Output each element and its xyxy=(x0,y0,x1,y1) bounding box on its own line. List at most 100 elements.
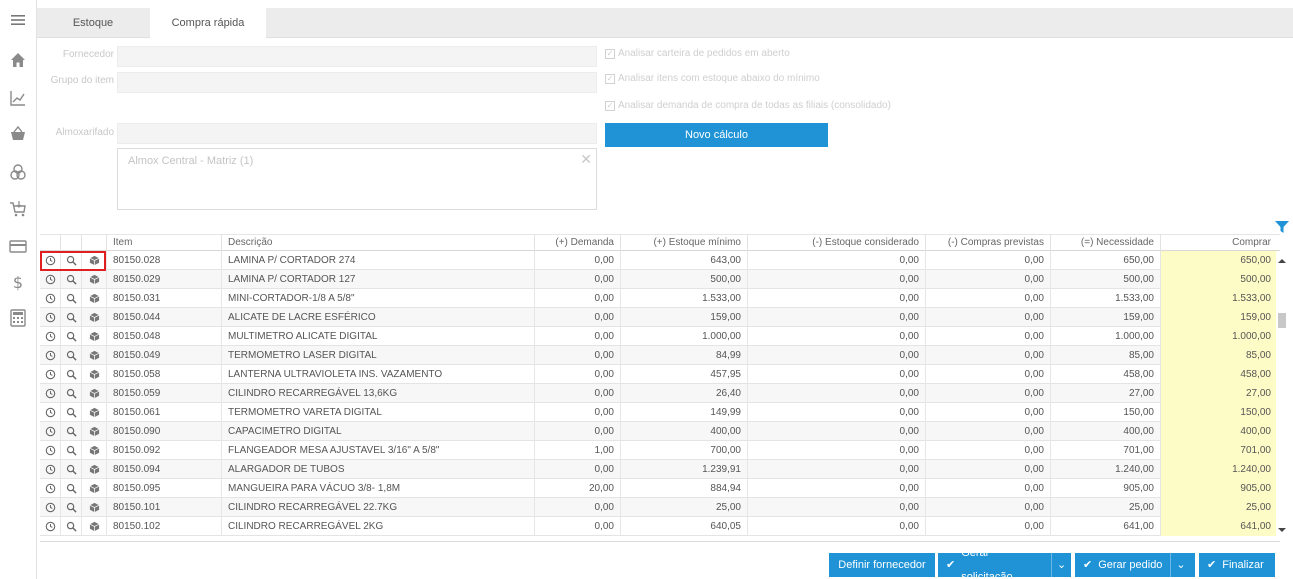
dollar-icon[interactable]: $ xyxy=(6,270,30,294)
box-icon[interactable] xyxy=(81,270,106,289)
cell-comprar[interactable]: 905,00 xyxy=(1160,479,1277,498)
history-icon[interactable] xyxy=(40,384,60,403)
table-row[interactable]: 80150.094 ALARGADOR DE TUBOS 0,00 1.239,91 0… xyxy=(40,460,1280,479)
header-estoque-considerado[interactable]: (-) Estoque considerado xyxy=(747,235,925,252)
search-icon[interactable] xyxy=(60,498,81,517)
cell-comprar[interactable]: 701,00 xyxy=(1160,441,1277,460)
remove-icon[interactable]: ✕ xyxy=(580,151,592,168)
cell-comprar[interactable]: 400,00 xyxy=(1160,422,1277,441)
checkbox-icon[interactable]: ✓ xyxy=(605,73,615,84)
filter-icon[interactable] xyxy=(1275,221,1289,233)
history-icon[interactable] xyxy=(40,289,60,308)
search-icon[interactable] xyxy=(60,365,81,384)
header-descricao[interactable]: Descrição xyxy=(221,235,534,252)
cell-comprar[interactable]: 1.240,00 xyxy=(1160,460,1277,479)
search-icon[interactable] xyxy=(60,346,81,365)
cell-comprar[interactable]: 27,00 xyxy=(1160,384,1277,403)
coins-icon[interactable] xyxy=(6,160,30,184)
history-icon[interactable] xyxy=(40,346,60,365)
card-icon[interactable] xyxy=(6,234,30,258)
cell-comprar[interactable]: 458,00 xyxy=(1160,365,1277,384)
box-icon[interactable] xyxy=(81,479,106,498)
box-icon[interactable] xyxy=(81,441,106,460)
history-icon[interactable] xyxy=(40,270,60,289)
basket-icon[interactable] xyxy=(6,122,30,146)
box-icon[interactable] xyxy=(81,327,106,346)
box-icon[interactable] xyxy=(81,384,106,403)
cell-comprar[interactable]: 1.000,00 xyxy=(1160,327,1277,346)
cell-comprar[interactable]: 25,00 xyxy=(1160,498,1277,517)
check-estoque-minimo[interactable]: ✓ Analisar itens com estoque abaixo do mí… xyxy=(605,73,820,84)
table-row[interactable]: 80150.095 MANGUEIRA PARA VÁCUO 3/8- 1,8M 2… xyxy=(40,479,1280,498)
search-icon[interactable] xyxy=(60,289,81,308)
header-demanda[interactable]: (+) Demanda xyxy=(534,235,620,252)
history-icon[interactable] xyxy=(40,365,60,384)
box-icon[interactable] xyxy=(81,289,106,308)
header-necessidade[interactable]: (=) Necessidade xyxy=(1050,235,1160,252)
chart-icon[interactable] xyxy=(6,86,30,110)
history-icon[interactable] xyxy=(40,498,60,517)
search-icon[interactable] xyxy=(60,422,81,441)
chevron-down-icon[interactable]: ⌄ xyxy=(1051,553,1071,577)
cell-comprar[interactable]: 1.533,00 xyxy=(1160,289,1277,308)
cell-comprar[interactable]: 650,00 xyxy=(1160,251,1277,270)
history-icon[interactable] xyxy=(40,517,60,536)
history-icon[interactable] xyxy=(40,441,60,460)
grupo-input[interactable] xyxy=(117,72,597,93)
search-icon[interactable] xyxy=(60,479,81,498)
calculator-icon[interactable] xyxy=(6,306,30,330)
table-row[interactable]: 80150.031 MINI-CORTADOR-1/8 A 5/8" 0,00 1.5… xyxy=(40,289,1280,308)
search-icon[interactable] xyxy=(60,308,81,327)
table-row[interactable]: 80150.101 CILINDRO RECARREGÁVEL 22.7KG 0,0… xyxy=(40,498,1280,517)
table-row[interactable]: 80150.059 CILINDRO RECARREGÁVEL 13,6KG 0,0… xyxy=(40,384,1280,403)
search-icon[interactable] xyxy=(60,403,81,422)
box-icon[interactable] xyxy=(81,422,106,441)
cell-comprar[interactable]: 159,00 xyxy=(1160,308,1277,327)
cell-comprar[interactable]: 85,00 xyxy=(1160,346,1277,365)
check-carteira[interactable]: ✓ Analisar carteira de pedidos em aberto xyxy=(605,48,790,59)
history-icon[interactable] xyxy=(40,308,60,327)
box-icon[interactable] xyxy=(81,498,106,517)
table-row[interactable]: 80150.029 LAMINA P/ CORTADOR 127 0,00 500,0… xyxy=(40,270,1280,289)
header-comprar[interactable]: Comprar xyxy=(1160,235,1277,252)
table-row[interactable]: 80150.028 LAMINA P/ CORTADOR 274 0,00 643,0… xyxy=(40,251,1280,270)
search-icon[interactable] xyxy=(60,441,81,460)
cell-comprar[interactable]: 500,00 xyxy=(1160,270,1277,289)
box-icon[interactable] xyxy=(81,460,106,479)
box-icon[interactable] xyxy=(81,517,106,536)
box-icon[interactable] xyxy=(81,403,106,422)
cell-comprar[interactable]: 641,00 xyxy=(1160,517,1277,536)
table-row[interactable]: 80150.090 CAPACIMETRO DIGITAL 0,00 400,00 0,… xyxy=(40,422,1280,441)
check-consolidado[interactable]: ✓ Analisar demanda de compra de todas as … xyxy=(605,100,891,111)
box-icon[interactable] xyxy=(81,308,106,327)
finalizar-button[interactable]: ✔ Finalizar xyxy=(1199,553,1275,577)
checkbox-icon[interactable]: ✓ xyxy=(605,48,615,59)
tab-compra-rapida[interactable]: Compra rápida xyxy=(150,8,266,39)
table-row[interactable]: 80150.058 LANTERNA ULTRAVIOLETA INS. VAZA… xyxy=(40,365,1280,384)
header-item[interactable]: Item xyxy=(106,235,221,252)
menu-icon[interactable] xyxy=(6,8,30,32)
scroll-down-icon[interactable] xyxy=(1278,528,1286,532)
novo-calculo-button[interactable]: Novo cálculo xyxy=(605,123,828,147)
history-icon[interactable] xyxy=(40,327,60,346)
definir-fornecedor-button[interactable]: Definir fornecedor xyxy=(829,553,935,577)
scrollbar[interactable] xyxy=(1276,252,1288,538)
cell-comprar[interactable]: 150,00 xyxy=(1160,403,1277,422)
box-icon[interactable] xyxy=(81,365,106,384)
search-icon[interactable] xyxy=(60,384,81,403)
table-row[interactable]: 80150.044 ALICATE DE LACRE ESFÉRICO 0,00 15… xyxy=(40,308,1280,327)
search-icon[interactable] xyxy=(60,517,81,536)
history-icon[interactable] xyxy=(40,422,60,441)
box-icon[interactable] xyxy=(81,346,106,365)
scrollbar-thumb[interactable] xyxy=(1278,313,1286,328)
table-row[interactable]: 80150.102 CILINDRO RECARREGÁVEL 2KG 0,00 64… xyxy=(40,517,1280,536)
fornecedor-input[interactable] xyxy=(117,46,597,67)
table-row[interactable]: 80150.092 FLANGEADOR MESA AJUSTAVEL 3/16"… xyxy=(40,441,1280,460)
history-icon[interactable] xyxy=(40,403,60,422)
cart-icon[interactable] xyxy=(6,197,30,221)
search-icon[interactable] xyxy=(60,460,81,479)
home-icon[interactable] xyxy=(6,48,30,72)
table-row[interactable]: 80150.048 MULTIMETRO ALICATE DIGITAL 0,00 1… xyxy=(40,327,1280,346)
search-icon[interactable] xyxy=(60,270,81,289)
almoxarifado-selection-box[interactable]: Almox Central - Matriz (1) ✕ xyxy=(117,148,597,210)
